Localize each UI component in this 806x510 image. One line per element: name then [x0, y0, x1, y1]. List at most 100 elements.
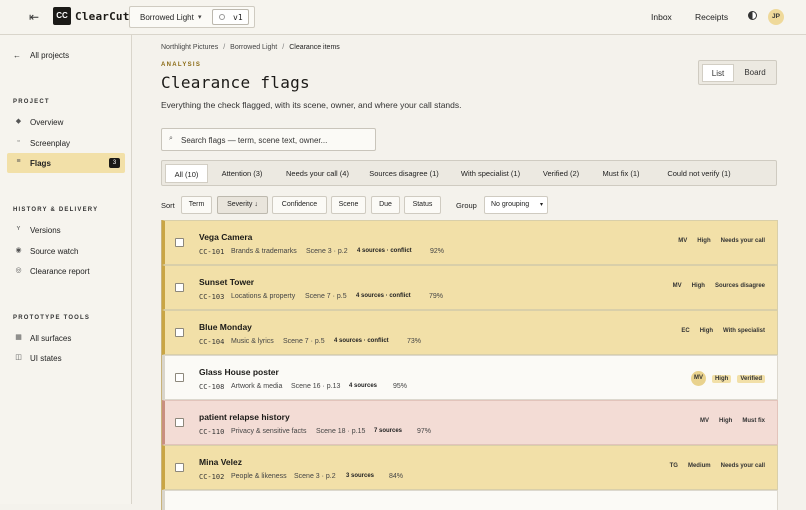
- sidebar-item-label: Source watch: [30, 247, 79, 256]
- flag-title[interactable]: Mina Velez: [199, 457, 242, 467]
- flag-id: CC-104: [199, 338, 225, 346]
- flag-sources: 4 sources · conflict: [357, 248, 412, 254]
- all-projects-link[interactable]: ← All projects: [13, 51, 69, 60]
- flag-row[interactable]: Sunset Tower CC-103 Locations & property…: [162, 265, 778, 310]
- flag-row[interactable]: patient relapse history CC-110 Privacy &…: [162, 400, 778, 445]
- sort-confidence-button[interactable]: Confidence: [272, 196, 327, 214]
- theme-toggle-icon[interactable]: [748, 11, 757, 20]
- screenplay-icon: ▫: [17, 138, 20, 145]
- row-checkbox[interactable]: [175, 418, 184, 427]
- breadcrumb-item[interactable]: Borrowed Light: [230, 44, 277, 51]
- flag-row[interactable]: [162, 490, 778, 510]
- sidebar-item-label: Screenplay: [30, 139, 71, 148]
- avatar[interactable]: JP: [768, 9, 784, 25]
- status-filter-tabs: All (10) Attention (3) Needs your call (…: [161, 160, 777, 186]
- flag-title[interactable]: Glass House poster: [199, 367, 279, 377]
- filter-with-specialist[interactable]: With specialist (1): [449, 164, 532, 183]
- version-selector[interactable]: v1: [212, 9, 249, 25]
- row-checkbox[interactable]: [175, 238, 184, 247]
- flag-title[interactable]: Vega Camera: [199, 232, 252, 242]
- app-logo[interactable]: CC: [53, 7, 71, 25]
- flag-row[interactable]: Vega Camera CC-101 Brands & trademarks S…: [162, 220, 778, 265]
- flag-tags: MV High Needs your call: [668, 238, 765, 250]
- filter-verified[interactable]: Verified (2): [534, 164, 588, 183]
- flag-confidence: 84%: [389, 473, 404, 480]
- flags-count-badge: 3: [109, 158, 120, 168]
- filter-must-fix[interactable]: Must fix (1): [590, 164, 652, 183]
- flag-scene: Scene 16 · p.13: [291, 383, 341, 390]
- version-label: v1: [233, 13, 243, 22]
- flag-row[interactable]: Blue Monday CC-104 Music & lyrics Scene …: [162, 310, 778, 355]
- group-select[interactable]: No grouping ▾: [484, 196, 548, 214]
- overview-icon: ◆: [15, 118, 22, 125]
- flag-row[interactable]: Mina Velez CC-102 People & likeness Scen…: [162, 445, 778, 490]
- sidebar-item-overview[interactable]: ◆ Overview: [7, 112, 125, 132]
- filter-all[interactable]: All (10): [165, 164, 208, 183]
- app-name: ClearCut: [75, 10, 130, 23]
- inbox-link[interactable]: Inbox: [651, 12, 672, 22]
- sidebar-item-source-watch[interactable]: ◉ Source watch: [7, 241, 125, 261]
- row-checkbox[interactable]: [175, 283, 184, 292]
- sort-term-button[interactable]: Term: [181, 196, 212, 214]
- radar-icon: ◉: [15, 247, 22, 254]
- sidebar-item-ui-states[interactable]: ◫ UI states: [7, 348, 125, 368]
- flag-tags: TG Medium Needs your call: [660, 463, 765, 475]
- flag-id: CC-103: [199, 293, 225, 301]
- owner-initials: MV: [678, 238, 688, 244]
- row-checkbox[interactable]: [175, 463, 184, 472]
- flag-scene: Scene 18 · p.15: [316, 428, 366, 435]
- sidebar-item-label: Flags: [30, 159, 51, 168]
- branch-icon: ʏ: [16, 225, 21, 232]
- sort-status-button[interactable]: Status: [404, 196, 441, 214]
- sort-severity-button[interactable]: Severity ↓: [217, 196, 268, 214]
- project-switcher[interactable]: Borrowed Light ▾ v1: [129, 6, 255, 28]
- flag-row[interactable]: Glass House poster CC-108 Artwork & medi…: [162, 355, 778, 400]
- collapse-sidebar-icon[interactable]: ⇤: [27, 10, 41, 24]
- row-checkbox[interactable]: [175, 373, 184, 382]
- flag-sources: 4 sources: [349, 383, 378, 389]
- filter-needs-your-call[interactable]: Needs your call (4): [276, 164, 359, 183]
- flag-sources: 4 sources · conflict: [356, 293, 411, 299]
- view-toggle: List Board: [698, 60, 777, 85]
- page-title: Clearance flags: [161, 73, 310, 92]
- flag-scene: Scene 3 · p.2: [306, 248, 348, 255]
- flag-category: Locations & property: [231, 293, 296, 300]
- row-checkbox[interactable]: [175, 328, 184, 337]
- flag-tags: MV High Sources disagree: [663, 283, 765, 295]
- flag-scene: Scene 7 · p.5: [283, 338, 325, 345]
- flag-sources: 3 sources: [346, 473, 375, 479]
- breadcrumb-current: Clearance items: [289, 44, 340, 51]
- sidebar-item-all-surfaces[interactable]: ▦ All surfaces: [7, 328, 125, 348]
- sidebar-item-versions[interactable]: ʏ Versions: [7, 220, 125, 240]
- breadcrumb-separator: /: [223, 44, 226, 51]
- filter-could-not-verify[interactable]: Could not verify (1): [654, 164, 744, 183]
- breadcrumb-item[interactable]: Northlight Pictures: [161, 44, 218, 51]
- flag-confidence: 92%: [430, 248, 445, 255]
- flag-title[interactable]: patient relapse history: [199, 412, 290, 422]
- list-view-button[interactable]: List: [702, 64, 734, 82]
- severity-badge: Medium: [687, 463, 711, 469]
- filter-attention[interactable]: Attention (3): [210, 164, 274, 183]
- flag-category: Privacy & sensitive facts: [231, 428, 307, 435]
- search-icon: ⌕: [169, 135, 173, 142]
- sidebar-item-screenplay[interactable]: ▫ Screenplay: [7, 133, 125, 153]
- flag-tags: MV High Must fix: [690, 418, 765, 430]
- owner-initials: MV: [699, 418, 709, 424]
- sidebar: ← All projects PROJECT ◆ Overview ▫ Scree…: [0, 35, 132, 504]
- flag-title[interactable]: Sunset Tower: [199, 277, 254, 287]
- owner-initials: MV: [672, 283, 682, 289]
- board-view-button[interactable]: Board: [737, 64, 773, 82]
- flag-category: Music & lyrics: [231, 338, 274, 345]
- group-value: No grouping: [491, 201, 530, 208]
- status-badge: Verified: [737, 374, 765, 383]
- breadcrumb: Northlight Pictures / Borrowed Light / Clear…: [161, 44, 340, 51]
- search-input[interactable]: [181, 133, 371, 147]
- flag-title[interactable]: Blue Monday: [199, 322, 252, 332]
- sort-due-button[interactable]: Due: [371, 196, 400, 214]
- section-eyebrow: ANALYSIS: [161, 62, 202, 68]
- filter-sources-disagree[interactable]: Sources disagree (1): [361, 164, 447, 183]
- sidebar-item-flags[interactable]: ≡ Flags 3: [7, 153, 125, 173]
- receipts-link[interactable]: Receipts: [695, 12, 728, 22]
- sort-scene-button[interactable]: Scene: [331, 196, 366, 214]
- sidebar-item-clearance-report[interactable]: ◎ Clearance report: [7, 261, 125, 281]
